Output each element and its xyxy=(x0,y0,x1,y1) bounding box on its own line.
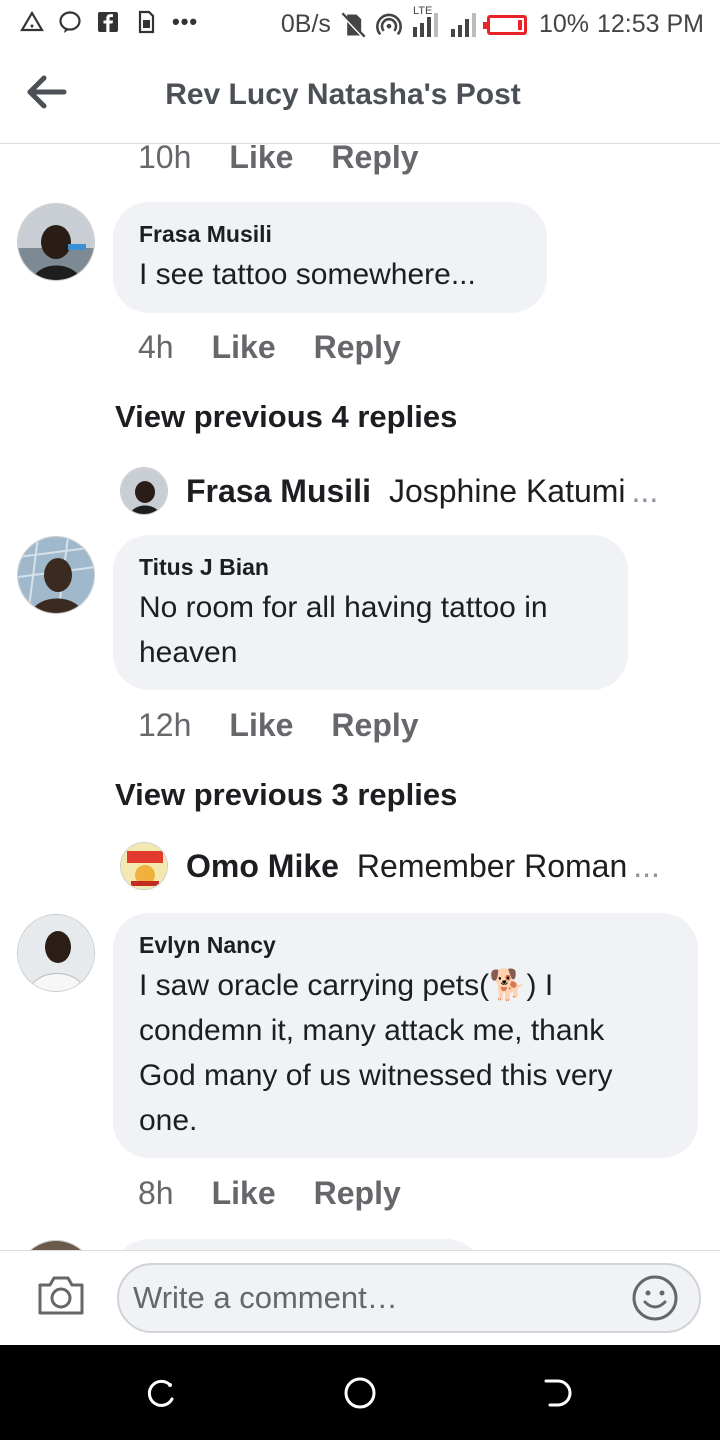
reply-author: Frasa Musili xyxy=(186,472,371,509)
comment-author[interactable]: Frasa Musili xyxy=(139,220,521,248)
comment-meta: 8h Like Reply xyxy=(138,1175,401,1212)
comment-text: I see tattoo somewhere... xyxy=(139,258,476,291)
comment-meta: 12h Like Reply xyxy=(138,707,419,744)
comment-composer xyxy=(0,1250,720,1345)
comment-text-line: heaven xyxy=(139,636,238,669)
comment-meta: 4h Like Reply xyxy=(138,329,401,366)
reply-preview[interactable]: Omo Mike Remember Roman ... xyxy=(120,842,660,890)
sim-icon xyxy=(138,10,155,34)
messenger-icon xyxy=(59,11,81,33)
comment-time: 4h xyxy=(138,329,174,365)
reply-author: Omo Mike xyxy=(186,847,339,884)
status-bar: ••• 0B/s LTE 10% 12:53 PM xyxy=(0,0,720,50)
comment-author[interactable]: Evlyn Nancy xyxy=(139,931,672,959)
warning-icon xyxy=(20,10,44,32)
reply-button[interactable]: Reply xyxy=(331,145,418,176)
comments-list[interactable]: 10h Like Reply Frasa Musili I see tattoo… xyxy=(0,145,720,1250)
reply-button[interactable]: Reply xyxy=(314,329,401,366)
comment-text-line: condemn it, many attack me, thank xyxy=(139,1014,605,1047)
comment-time: 8h xyxy=(138,1175,174,1211)
like-button[interactable]: Like xyxy=(212,329,276,366)
comment-text: I saw oracle carrying pets(🐕) I condemn … xyxy=(139,963,672,1143)
comment-author[interactable]: Titus J Bian xyxy=(139,553,602,581)
comment-input[interactable] xyxy=(117,1263,701,1333)
like-button[interactable]: Like xyxy=(212,1175,276,1212)
no-sim-icon xyxy=(341,12,366,39)
hotspot-icon xyxy=(375,13,402,35)
home-icon[interactable] xyxy=(342,1375,378,1411)
avatar[interactable] xyxy=(17,1240,95,1250)
reply-preview[interactable]: Frasa Musili Josphine Katumi ... xyxy=(120,467,658,515)
reply-ellipsis: ... xyxy=(633,847,660,884)
comment-text-line: one. xyxy=(139,1104,198,1137)
battery-level: 10% xyxy=(538,10,589,38)
reply-ellipsis: ... xyxy=(631,472,659,509)
network-speed: 0B/s xyxy=(280,10,331,38)
comment-text: No room for all having tattoo in heaven xyxy=(139,585,602,675)
comment-text-part: I saw oracle carrying pets( xyxy=(139,969,490,1002)
comment-bubble: Frasa Musili I see tattoo somewhere... xyxy=(113,202,547,313)
page-title: Rev Lucy Natasha's Post xyxy=(165,78,521,111)
system-navigation-bar xyxy=(0,1345,720,1440)
avatar[interactable] xyxy=(17,914,95,992)
view-previous-replies-link[interactable]: View previous 4 replies xyxy=(115,399,457,435)
comment-time: 12h xyxy=(138,707,192,743)
like-button[interactable]: Like xyxy=(229,145,293,176)
reply-text: Josphine Katumi xyxy=(388,472,626,509)
battery-icon xyxy=(482,14,527,35)
dog-emoji: 🐕 xyxy=(489,968,527,1003)
like-button[interactable]: Like xyxy=(229,707,293,744)
comment-time: 10h xyxy=(138,145,192,175)
reply-button[interactable]: Reply xyxy=(314,1175,401,1212)
comment-text-line: I saw oracle carrying pets(🐕) I xyxy=(139,963,672,1008)
lte-signal-icon: LTE xyxy=(411,5,441,39)
reply-button[interactable]: Reply xyxy=(331,707,418,744)
post-header: Rev Lucy Natasha's Post xyxy=(0,50,720,144)
comment-text-line: No room for all having tattoo in xyxy=(139,591,548,624)
more-dots-icon: ••• xyxy=(172,9,199,34)
avatar xyxy=(120,467,168,515)
comment-bubble: Titus J Bian No room for all having tatt… xyxy=(113,535,628,690)
view-previous-replies-link[interactable]: View previous 3 replies xyxy=(115,777,457,813)
clock: 12:53 PM xyxy=(596,10,704,38)
avatar xyxy=(120,842,168,890)
comment-text-line: God many of us witnessed this very xyxy=(139,1059,613,1092)
comment-bubble: Evlyn Nancy I saw oracle carrying pets(🐕… xyxy=(113,913,698,1158)
back-icon[interactable] xyxy=(542,1375,578,1411)
camera-icon[interactable] xyxy=(36,1273,86,1317)
comment-meta: 10h Like Reply xyxy=(138,145,419,176)
avatar[interactable] xyxy=(17,536,95,614)
comment-bubble xyxy=(113,1239,483,1250)
recent-apps-icon[interactable] xyxy=(142,1375,178,1411)
smiley-icon[interactable] xyxy=(630,1273,680,1323)
facebook-icon xyxy=(98,12,118,32)
signal-icon xyxy=(450,12,476,37)
avatar[interactable] xyxy=(17,203,95,281)
reply-text: Remember Roman xyxy=(356,847,628,884)
comment-text-part: ) I xyxy=(526,969,554,1002)
